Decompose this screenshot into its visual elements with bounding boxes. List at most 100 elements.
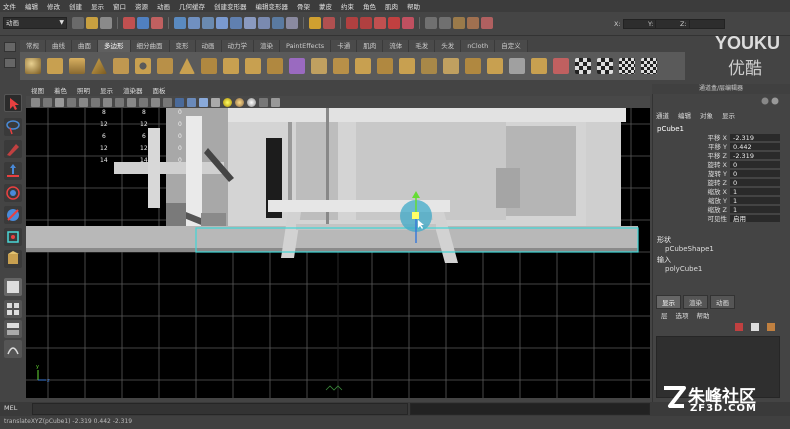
menu-create-deformers[interactable]: 创建变形器 [214,1,247,11]
layer-menu-help[interactable]: 帮助 [697,310,710,320]
cb-attr-value[interactable]: 0 [730,161,780,169]
panel-menu-view[interactable]: 视图 [31,85,44,95]
paint-select-tool-icon[interactable] [4,140,22,158]
poly-soccer-ball-icon[interactable] [245,58,261,74]
layer-tab-render[interactable]: 渲染 [683,295,708,309]
xray-icon[interactable] [163,97,172,107]
cb-attr-value[interactable]: 0.442 [730,143,780,151]
shelf-tab-dynamics[interactable]: 动力学 [221,40,254,52]
shelf-tab-deformation[interactable]: 变形 [169,40,196,52]
shelf-tab-animation[interactable]: 动画 [195,40,222,52]
menu-help[interactable]: 帮助 [407,1,420,11]
poly-triangulate-icon[interactable] [553,58,569,74]
select-handles-icon[interactable] [188,17,200,29]
field-chart-icon[interactable] [127,97,136,107]
poly-extrude-icon[interactable] [355,58,371,74]
poly-helix-icon[interactable] [223,58,239,74]
snap-grid-icon[interactable] [346,17,358,29]
poly-bridge-icon[interactable] [377,58,393,74]
safe-title-icon[interactable] [151,97,160,107]
cb-shape-name[interactable]: pCubeShape1 [665,245,714,253]
menu-window[interactable]: 窗口 [113,1,126,11]
select-surfaces-icon[interactable] [230,17,242,29]
cb-attr-value[interactable]: 1 [730,188,780,196]
menu-create[interactable]: 创建 [69,1,82,11]
poly-collapse-icon[interactable] [531,58,547,74]
menu-file[interactable]: 文件 [3,1,16,11]
mel-label[interactable]: MEL [4,404,17,412]
cb-attr-row[interactable]: 旋转 Z0 [657,179,780,187]
cb-attr-row[interactable]: 旋转 Y0 [657,170,780,178]
shelf-tab-curves[interactable]: 曲线 [46,40,72,52]
history-icon[interactable] [425,17,437,29]
uv-checker-icon[interactable] [575,58,591,74]
lock-selection-icon[interactable] [309,17,321,29]
cb-menu-show[interactable]: 显示 [722,110,735,120]
poly-split-icon[interactable] [443,58,459,74]
select-deformations-icon[interactable] [244,17,256,29]
cb-attr-row[interactable]: 旋转 X0 [657,161,780,169]
cb-attr-row[interactable]: 缩放 Y1 [657,197,780,205]
snap-point-icon[interactable] [374,17,386,29]
poly-torus-icon[interactable] [135,58,151,74]
cb-attr-value[interactable]: 1 [730,206,780,214]
ipr-render-icon[interactable] [467,17,479,29]
wireframe-on-shaded-icon[interactable] [199,97,208,107]
shelf-tab-hair[interactable]: 头发 [435,40,462,52]
cb-attr-value[interactable]: 0 [730,170,780,178]
select-misc-icon[interactable] [286,17,298,29]
select-rendering-icon[interactable] [272,17,284,29]
select-curves-icon[interactable] [216,17,228,29]
poly-sphere-icon[interactable] [25,58,41,74]
new-layer-icon[interactable] [735,323,743,331]
new-scene-icon[interactable] [72,17,84,29]
menu-edit-deformers[interactable]: 编辑变形器 [256,1,289,11]
safe-action-icon[interactable] [139,97,148,107]
textured-icon[interactable] [211,97,220,107]
menu-modify[interactable]: 修改 [47,1,60,11]
shelf-tab-toon[interactable]: 卡通 [331,40,358,52]
move-tool-icon[interactable] [4,162,22,180]
camera-attributes-icon[interactable] [43,97,52,107]
xray-joints-icon[interactable] [271,97,280,107]
use-all-lights-icon[interactable] [223,97,232,107]
select-tool-icon[interactable] [4,94,22,112]
poly-platonic-icon[interactable] [267,58,283,74]
uv-auto-icon[interactable] [619,58,635,74]
poly-cylinder-icon[interactable] [69,58,85,74]
construction-history-icon[interactable] [439,17,451,29]
uv-planar-icon[interactable] [597,58,613,74]
cb-attr-value[interactable]: -2.319 [730,152,780,160]
menu-muscle[interactable]: 肌肉 [385,1,398,11]
shelf-tab-custom[interactable]: 自定义 [495,40,528,52]
grid-icon[interactable] [79,97,88,107]
poly-prism-icon[interactable] [157,58,173,74]
camera-select-icon[interactable] [31,97,40,107]
cb-menu-object[interactable]: 对象 [700,110,713,120]
poly-separate-icon[interactable] [289,58,305,74]
shelf-menu-icon[interactable] [4,42,16,52]
cb-attr-value[interactable]: -2.319 [730,134,780,142]
bookmark-icon[interactable] [55,97,64,107]
image-plane-icon[interactable] [67,97,76,107]
layer-tab-anim[interactable]: 动画 [710,295,735,309]
smooth-shade-icon[interactable] [187,97,196,107]
cb-attr-row[interactable]: 缩放 X1 [657,188,780,196]
save-scene-icon[interactable] [100,17,112,29]
menu-constrain[interactable]: 约束 [341,1,354,11]
menu-character[interactable]: 角色 [363,1,376,11]
shelf-tab-muscle[interactable]: 肌肉 [357,40,384,52]
high-quality-icon[interactable] [247,97,256,107]
cb-node-name[interactable]: pCube1 [657,125,684,133]
side-viewport[interactable]: y z 8 12 6 12 14 8 12 6 12 14 0 0 0 0 0 [26,108,650,398]
pick-mask-icon[interactable] [174,17,186,29]
poly-bevel-icon[interactable] [487,58,503,74]
poly-merge-icon[interactable] [509,58,525,74]
layout-four-icon[interactable] [4,300,22,318]
cb-input-name[interactable]: polyCube1 [665,265,702,273]
poly-cone-icon[interactable] [91,58,107,74]
layer-menu-options[interactable]: 选项 [676,310,689,320]
input-z[interactable]: Z: [680,18,725,30]
poly-cube-icon[interactable] [47,58,63,74]
poly-insert-edge-icon[interactable] [465,58,481,74]
